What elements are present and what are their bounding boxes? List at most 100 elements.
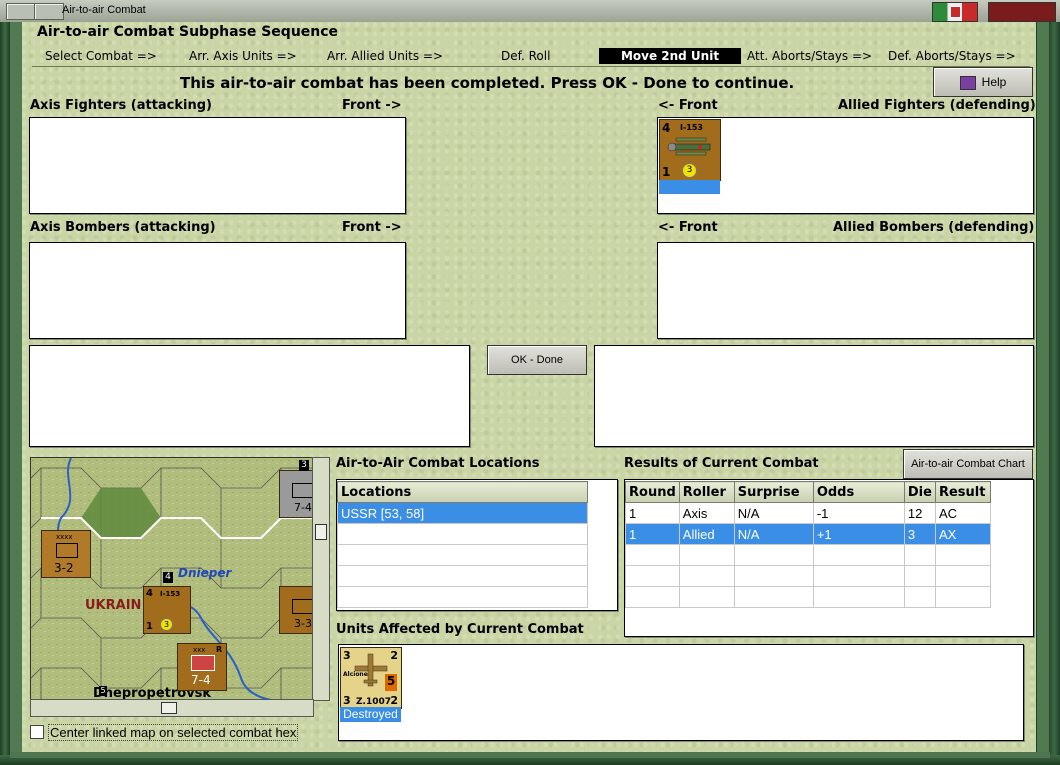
help-button[interactable]: Help (933, 67, 1033, 97)
location-row[interactable]: USSR [53, 58] (337, 502, 588, 524)
axis-bombers-front-label: Front -> (342, 220, 402, 235)
map-vscroll-thumb[interactable] (315, 524, 327, 540)
step-select-combat: Select Combat => (45, 49, 157, 63)
title-bar: Air-to-air Combat (0, 0, 1060, 23)
map-counter-corps[interactable]: xxx R 7-4 (177, 643, 227, 691)
armor-symbol-icon (56, 543, 78, 558)
result-cell (934, 586, 992, 608)
ok-done-button[interactable]: OK - Done (487, 345, 587, 375)
unit-symbol-icon (292, 599, 313, 614)
unit-tl: 3 (343, 649, 351, 662)
result-cell (733, 586, 814, 608)
result-cell: 1 (625, 523, 680, 545)
result-cell: Allied (678, 523, 735, 545)
map-river-label: Dnieper (178, 566, 232, 580)
map-corps-strength: 7-4 (191, 673, 211, 687)
result-cell (678, 544, 735, 566)
map-horizontal-scrollbar[interactable] (30, 699, 314, 717)
results-title: Results of Current Combat (624, 456, 819, 471)
map-unit-attack: 4 (146, 588, 153, 599)
center-map-checkbox[interactable] (30, 725, 44, 739)
step-def-roll: Def. Roll (501, 49, 551, 63)
allied-fighters-front-label: <- Front (658, 98, 718, 113)
result-cell (625, 586, 680, 608)
result-row[interactable]: 1 Allied N/A +1 3 AX (625, 523, 992, 545)
system-menu-button[interactable] (6, 3, 36, 20)
combat-chart-button[interactable]: Air-to-air Combat Chart (903, 449, 1033, 479)
axis-fighters-box[interactable] (29, 117, 406, 214)
affected-units-box (338, 644, 1024, 741)
result-cell (678, 586, 735, 608)
map-counter-strength: 3-2 (54, 561, 74, 575)
allied-bombers-label: Allied Bombers (defending) (833, 220, 1035, 235)
unit-range: 3 (682, 163, 697, 178)
result-row[interactable] (625, 565, 992, 587)
locations-header: Locations (337, 481, 588, 503)
col-result: Result (934, 481, 992, 503)
linked-map[interactable]: Dnieper UKRAIN Dnepropetrovsk xxxx 3-2 4… (30, 457, 314, 701)
close-button[interactable] (988, 2, 1056, 22)
location-row[interactable] (337, 523, 588, 545)
result-row[interactable] (625, 544, 992, 566)
center-map-checkbox-label[interactable]: Center linked map on selected combat hex (48, 724, 299, 741)
result-cell: N/A (733, 523, 814, 545)
window-frame-right (1048, 22, 1060, 755)
result-cell: 12 (903, 502, 936, 524)
map-counter-army[interactable]: xxxx 3-2 (41, 530, 91, 578)
location-row[interactable] (337, 565, 588, 587)
map-corps-reserve: R (216, 645, 223, 654)
axis-message-box (29, 345, 470, 447)
map-counter-east[interactable]: 3-3 (279, 586, 313, 634)
location-row[interactable] (337, 544, 588, 566)
result-cell (903, 544, 936, 566)
location-row[interactable] (337, 586, 588, 608)
result-row[interactable]: 1 Axis N/A -1 12 AC (625, 502, 992, 524)
help-label: Help (981, 75, 1007, 89)
result-row[interactable] (625, 586, 992, 608)
location-cell (337, 565, 588, 587)
axis-fighters-front-label: Front -> (342, 98, 402, 113)
step-att-aborts-stays: Att. Aborts/Stays => (747, 49, 873, 63)
affected-title: Units Affected by Current Combat (336, 622, 584, 637)
result-cell (903, 565, 936, 587)
bomber-plane-icon (354, 653, 388, 687)
allied-fighters-label: Allied Fighters (defending) (838, 98, 1036, 113)
map-gray-strength: 7-4 (294, 501, 312, 514)
restore-button[interactable] (34, 3, 64, 20)
axis-fighters-label: Axis Fighters (attacking) (30, 98, 212, 113)
unit-counter-z1007[interactable]: 3 2 Alcione 5 3 Z.1007 2 (340, 647, 402, 709)
map-hex-marker: 5 (99, 686, 107, 696)
map-east-strength: 3-3 (294, 617, 312, 630)
map-corps-size: xxx (193, 646, 206, 654)
locations-title: Air-to-Air Combat Locations (336, 456, 540, 471)
map-vertical-scrollbar[interactable] (312, 457, 330, 701)
unit-status-label: Destroyed (340, 707, 401, 722)
bottom-strip (10, 752, 1050, 758)
results-table: Round Roller Surprise Odds Die Result 1A… (625, 481, 992, 608)
unit-name: I-153 (680, 123, 703, 132)
unit-selection-bar (659, 180, 720, 194)
map-region-label: UKRAIN (85, 598, 142, 613)
allied-message-box (594, 345, 1034, 447)
axis-bombers-box[interactable] (29, 242, 406, 339)
allied-bombers-box[interactable] (657, 242, 1034, 339)
result-cell (812, 565, 905, 587)
unit-counter-i153[interactable]: 4 I-153 1 3 (659, 119, 721, 181)
location-cell (337, 523, 588, 545)
italy-flag-icon (932, 2, 978, 22)
map-unit-name: I-153 (160, 590, 181, 598)
map-hscroll-thumb[interactable] (161, 702, 177, 714)
result-cell: 1 (625, 502, 680, 524)
unit-attack: 4 (662, 121, 671, 135)
location-cell (337, 586, 588, 608)
map-counter-gray[interactable]: 7-4 (279, 470, 313, 518)
locations-table: Locations USSR [53, 58] (337, 481, 588, 608)
result-cell (733, 565, 814, 587)
step-move-2nd-unit-active: Move 2nd Unit (599, 48, 741, 64)
map-counter-i153[interactable]: 4 I-153 1 3 (143, 586, 191, 634)
result-cell (934, 565, 992, 587)
map-gray-stack-count: 3 (299, 460, 309, 471)
help-book-icon (959, 75, 976, 90)
subphase-heading: Air-to-air Combat Subphase Sequence (37, 24, 339, 40)
divider (32, 66, 1030, 67)
